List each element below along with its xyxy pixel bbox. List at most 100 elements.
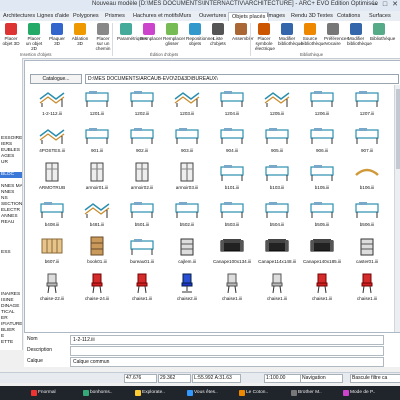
minimize-button[interactable]: – [370,1,380,9]
close-button[interactable]: ✕ [390,1,400,9]
tab-architectures[interactable]: Architectures [0,12,38,21]
tab-images[interactable]: Images [264,12,288,21]
catalog-item[interactable]: cajlem.iii [166,235,208,267]
ribbon-button-7[interactable]: Remplacer glisser [163,23,185,46]
catalog-item[interactable]: armoir02.iii [121,161,163,193]
catalog-item[interactable]: 1-2-112.iii [31,87,73,119]
catalog-item[interactable]: 1206.iii [301,87,343,119]
catalog-item[interactable]: chaise-24.iii [76,272,118,304]
ribbon-button-9[interactable]: Liste d'objets [209,23,227,46]
catalog-item[interactable]: 4POSTES.iii [31,124,73,156]
category-tree[interactable]: ESSOIRESIERSEUBLESAGESURBLOCNNES MARNNES… [0,58,23,350]
description-label: Description [27,347,53,353]
catalog-item[interactable]: Canape114x148.iii [256,235,298,267]
catalog-item[interactable]: book01.iii [76,235,118,267]
filter-toggle[interactable]: Bascule filtre ca [350,374,400,383]
catalog-item[interactable]: Canape140x185.iii [301,235,343,267]
catalog-scrollbar[interactable] [394,85,400,349]
tab-surfaces[interactable]: Surfaces [366,12,394,21]
tab-textes[interactable]: Textes [314,12,336,21]
catalog-item[interactable]: b103.iii [256,161,298,193]
catalog-item[interactable]: armoir03.iii [166,161,208,193]
catalog-item[interactable]: armoir01.iii [76,161,118,193]
catalog-item[interactable]: chaise1.iii [211,272,253,304]
catalog-item-label: chaise1.iii [221,296,243,301]
tab-prismes[interactable]: Prismes [102,12,128,21]
ribbon-button-0[interactable]: Placer objet 3D [2,23,20,46]
catalog-item[interactable]: 903.iii [166,124,208,156]
catalog-item[interactable]: b505.iii [301,198,343,230]
catalog-item[interactable]: b502.iii [166,198,208,230]
catalog-path-field[interactable]: D:\MES DOCUMENTS\ARCAUB-EVO\2D&3D\BUREAU… [85,74,399,84]
catalog-item[interactable]: b105.iii [301,161,343,193]
ribbon-button-5[interactable]: Paramétriques [117,23,147,41]
ribbon-button-4[interactable]: Placer sur un chemin [94,23,112,51]
catalog-item[interactable]: ARMOTRUB [31,161,73,193]
maximize-button[interactable]: □ [380,1,390,9]
catalog-item[interactable]: b503.iii [211,198,253,230]
catalog-item[interactable]: 902.iii [121,124,163,156]
ribbon-button-11[interactable]: Placer symbole électrique [255,23,275,51]
ribbon-button-3[interactable]: Ablation 3D [71,23,89,46]
catalog-item[interactable]: 1202.iii [121,87,163,119]
catalog-item[interactable]: chaise2.iii [166,272,208,304]
calque-field[interactable]: Calque commun [70,357,384,367]
ribbon-button-15[interactable]: Modifier bibliothèque [347,23,372,46]
nom-field[interactable]: 1-2-112.iii [70,335,384,345]
catalog-item[interactable]: 1201.iii [76,87,118,119]
catalog-item[interactable]: b607.iii [31,235,73,267]
catalog-item[interactable]: b506.iii [346,198,388,230]
catalog-item[interactable]: b101.iii [211,161,253,193]
catalog-item[interactable]: 1207.iii [346,87,388,119]
catalog-item[interactable]: 905.iii [256,124,298,156]
catalog-item[interactable]: 901.iii [76,124,118,156]
taskbar-item[interactable]: Vous êtes.. [186,388,218,398]
catalog-item[interactable]: Canape100x134.iii [211,235,253,267]
catalog-item[interactable]: 1204.iii [211,87,253,119]
catalog-item[interactable]: chaise1.iii [121,272,163,304]
catalog-item[interactable]: b501.iii [121,198,163,230]
scale-select[interactable]: 1:100.00 [264,374,301,383]
tab-polygones[interactable]: Polygones [70,12,102,21]
ribbon-button-8[interactable]: Repositionner objets [186,23,214,46]
tab-murs[interactable]: Murs [176,12,194,21]
taskbar-item[interactable]: Fnormal [30,388,56,398]
taskbar-item[interactable]: bonhoms.. [82,388,112,398]
taskbar-item[interactable]: Explorate.. [134,388,165,398]
catalog-item[interactable]: 907.iii [346,124,388,156]
catalog-item[interactable]: chaise1.iii [256,272,298,304]
catalog-item[interactable]: caster01.iii [346,235,388,267]
catalog-item[interactable]: 1205.iii [256,87,298,119]
tab-hachures[interactable]: Hachures et motifs [130,12,182,21]
catalog-item[interactable]: 1203.iii [166,87,208,119]
catalog-item[interactable]: 904.iii [211,124,253,156]
catalog-item[interactable]: chaise1.iii [301,272,343,304]
catalog-item[interactable]: b106.iii [346,161,388,193]
catalogue-button[interactable]: Catalogue... [30,74,82,84]
catalog-item[interactable]: b504.iii [256,198,298,230]
catalog-item[interactable]: chaise1.iii [346,272,388,304]
scrollbar-thumb[interactable] [396,89,400,169]
catalog-item[interactable]: chaise-22.iii [31,272,73,304]
mode-select[interactable]: Navigation [300,374,343,383]
description-field[interactable] [70,346,384,356]
taskbar-item[interactable]: Brother M.. [290,388,322,398]
ribbon-button-6[interactable]: Remplacer [140,23,162,41]
taskbar-item[interactable]: Mode de P.. [342,388,375,398]
catalog-item[interactable]: b408.iii [31,198,73,230]
ribbon-button-16[interactable]: Bibliothèque [370,23,395,41]
catalog-item[interactable]: b481.iii [76,198,118,230]
ribbon-button-2[interactable]: Plaquer 3D [48,23,66,46]
ribbon-button-10[interactable]: Assembler [232,23,254,41]
tab-cotations[interactable]: Cotations [334,12,363,21]
tab-ouvertures[interactable]: Ouvertures [196,12,229,21]
ribbon-button-13[interactable]: Source bibliothèque [301,23,326,46]
ribbon-button-14[interactable]: Préférences Vocaire [324,23,349,46]
ribbon-button-12[interactable]: Modifier bibliothèque [278,23,303,46]
ribbon-button-1[interactable]: Placer un objet 2D [25,23,43,51]
catalog-item[interactable]: 906.iii [301,124,343,156]
tab-lignes-aide[interactable]: Lignes d'aide [34,12,72,21]
taskbar-item[interactable]: Le Coton.. [238,388,268,398]
sidebar-item[interactable] [0,346,22,350]
catalog-item[interactable]: bureau01.iii [121,235,163,267]
